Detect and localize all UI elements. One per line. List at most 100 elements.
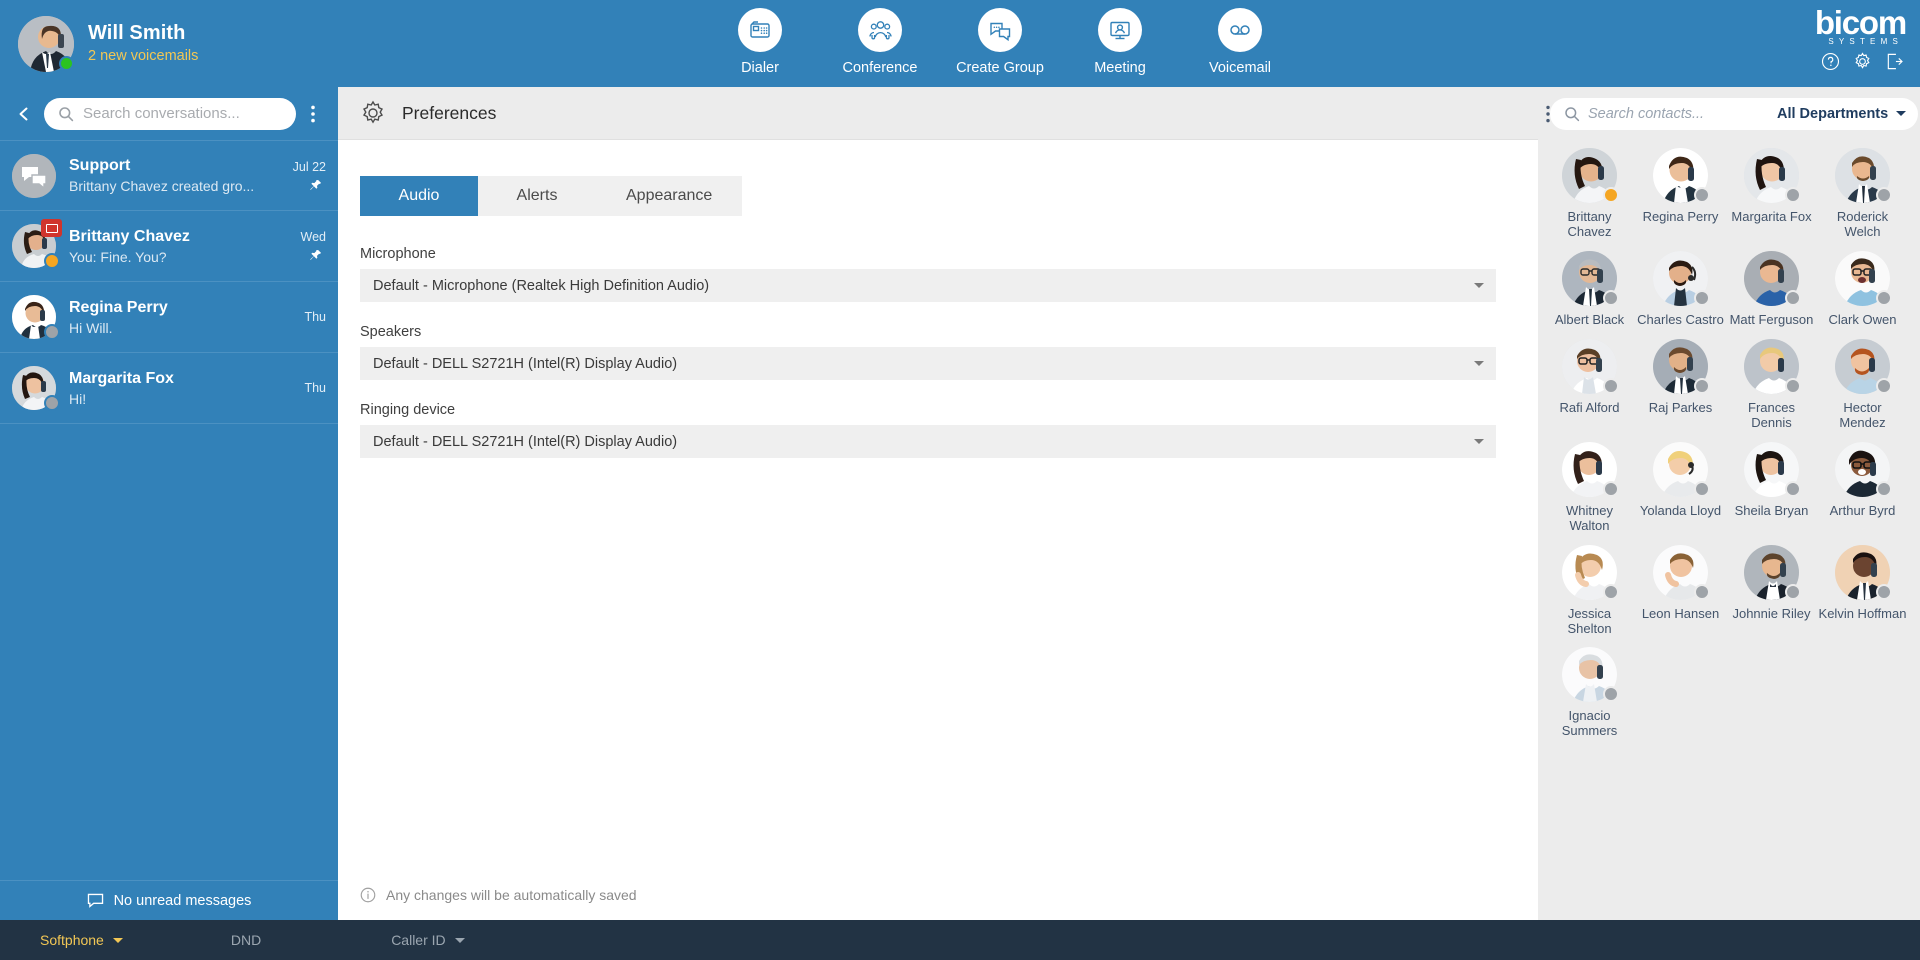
avatar bbox=[1562, 148, 1619, 203]
brand-block: bicom SYSTEMS bbox=[1814, 4, 1907, 71]
contact-card[interactable]: Ignacio Summers bbox=[1544, 647, 1635, 739]
settings-icon[interactable] bbox=[1853, 52, 1872, 71]
contact-name: Brittany Chavez bbox=[1567, 209, 1612, 239]
nav-meeting[interactable]: Meeting bbox=[1060, 8, 1180, 76]
body: Support Brittany Chavez created gro... J… bbox=[0, 87, 1920, 920]
contact-name: Regina Perry bbox=[1642, 209, 1719, 224]
speakers-value: Default - DELL S2721H (Intel(R) Display … bbox=[373, 355, 678, 372]
nav-conference-label: Conference bbox=[842, 60, 918, 76]
avatar bbox=[12, 295, 60, 340]
brand-logo: bicom bbox=[1814, 4, 1907, 41]
nav-voicemail-label: Voicemail bbox=[1208, 60, 1272, 76]
softphone-selector[interactable]: Softphone bbox=[40, 932, 123, 948]
contact-card[interactable]: Yolanda Lloyd bbox=[1635, 441, 1726, 534]
chevron-down-icon bbox=[1474, 361, 1484, 366]
conversation-time: Wed bbox=[300, 230, 326, 244]
contact-name: Charles Castro bbox=[1637, 311, 1724, 327]
contact-card[interactable]: Jessica Shelton bbox=[1544, 544, 1635, 637]
conversation-item-margarita-fox[interactable]: Margarita Fox Hi! Thu bbox=[0, 353, 338, 424]
conversation-preview: Hi Will. bbox=[69, 319, 113, 336]
top-nav: Dialer Conference Create Group Meeting V… bbox=[700, 8, 1300, 76]
conversation-item-support[interactable]: Support Brittany Chavez created gro... J… bbox=[0, 140, 338, 211]
conversation-title: Margarita Fox bbox=[69, 369, 174, 387]
speakers-label: Speakers bbox=[360, 324, 422, 340]
tab-alerts[interactable]: Alerts bbox=[478, 176, 596, 216]
contact-card[interactable]: Sheila Bryan bbox=[1726, 441, 1817, 534]
contact-name: Matt Ferguson bbox=[1729, 311, 1814, 327]
contact-name: Clark Owen bbox=[1828, 311, 1897, 327]
nav-conference[interactable]: Conference bbox=[820, 8, 940, 76]
contact-card[interactable]: Albert Black bbox=[1544, 250, 1635, 328]
dnd-toggle[interactable]: DND bbox=[231, 932, 261, 948]
ringing-device-label: Ringing device bbox=[360, 402, 456, 418]
contact-card[interactable]: Brittany Chavez bbox=[1544, 148, 1635, 240]
nav-voicemail[interactable]: Voicemail bbox=[1180, 8, 1300, 76]
contact-card[interactable]: Charles Castro bbox=[1635, 250, 1726, 328]
contact-card[interactable]: Roderick Welch bbox=[1817, 148, 1908, 240]
contact-name: Rafi Alford bbox=[1559, 399, 1620, 415]
chevron-down-icon bbox=[1474, 439, 1484, 444]
avatar bbox=[1562, 544, 1619, 600]
contact-card[interactable]: Kelvin Hoffman bbox=[1817, 544, 1908, 637]
ringing-device-select[interactable]: Default - DELL S2721H (Intel(R) Display … bbox=[360, 425, 1496, 458]
avatar[interactable] bbox=[18, 15, 74, 72]
department-filter[interactable]: All Departments bbox=[1777, 105, 1907, 122]
chevron-down-icon bbox=[454, 937, 465, 943]
kebab-menu-icon[interactable] bbox=[300, 105, 326, 123]
info-icon bbox=[360, 887, 376, 903]
caller-id-selector[interactable]: Caller ID bbox=[391, 932, 465, 948]
avatar bbox=[1835, 338, 1892, 394]
autosave-text: Any changes will be automatically saved bbox=[386, 886, 637, 903]
avatar bbox=[1744, 148, 1801, 203]
contact-name: Albert Black bbox=[1554, 311, 1625, 327]
department-filter-label: All Departments bbox=[1777, 105, 1889, 122]
tab-appearance[interactable]: Appearance bbox=[596, 176, 742, 216]
search-conversations-input[interactable] bbox=[83, 105, 282, 122]
speakers-select[interactable]: Default - DELL S2721H (Intel(R) Display … bbox=[360, 347, 1496, 380]
search-contacts-field[interactable]: All Departments bbox=[1550, 97, 1919, 130]
contact-card[interactable]: Leon Hansen bbox=[1635, 544, 1726, 637]
search-icon bbox=[58, 106, 74, 122]
group-chat-icon bbox=[12, 153, 56, 198]
search-conversations-field[interactable] bbox=[44, 97, 296, 130]
contact-card[interactable]: Matt Ferguson bbox=[1726, 250, 1817, 328]
contact-card[interactable]: Arthur Byrd bbox=[1817, 441, 1908, 534]
contact-card[interactable]: Whitney Walton bbox=[1544, 441, 1635, 534]
avatar bbox=[1835, 441, 1892, 497]
contact-name: Frances Dennis bbox=[1748, 399, 1795, 430]
avatar bbox=[1653, 250, 1710, 306]
page-title: Preferences bbox=[402, 102, 497, 123]
contact-card[interactable]: Clark Owen bbox=[1817, 250, 1908, 328]
logout-icon[interactable] bbox=[1885, 52, 1904, 71]
tab-audio[interactable]: Audio bbox=[360, 176, 478, 216]
contact-card[interactable]: Johnnie Riley bbox=[1726, 544, 1817, 637]
avatar bbox=[1744, 250, 1801, 306]
avatar bbox=[1744, 338, 1801, 394]
contact-name: Jessica Shelton bbox=[1567, 605, 1612, 636]
presence-indicator-offline bbox=[1603, 480, 1619, 497]
contact-card[interactable]: Regina Perry bbox=[1635, 148, 1726, 240]
contact-card[interactable]: Frances Dennis bbox=[1726, 338, 1817, 431]
current-user-block[interactable]: Will Smith 2 new voicemails bbox=[0, 15, 198, 72]
contact-card[interactable]: Rafi Alford bbox=[1544, 338, 1635, 431]
chevron-down-icon bbox=[1896, 111, 1907, 117]
nav-create-group[interactable]: Create Group bbox=[940, 8, 1060, 76]
search-icon bbox=[1564, 106, 1580, 122]
contact-name: Kelvin Hoffman bbox=[1818, 605, 1907, 621]
message-icon bbox=[87, 893, 104, 908]
presence-indicator-offline bbox=[1603, 289, 1619, 306]
conversation-item-regina-perry[interactable]: Regina Perry Hi Will. Thu bbox=[0, 282, 338, 353]
search-contacts-input[interactable] bbox=[1588, 105, 1777, 122]
contact-card[interactable]: Margarita Fox bbox=[1726, 148, 1817, 240]
presence-indicator-offline bbox=[1785, 187, 1801, 203]
avatar bbox=[1562, 250, 1619, 306]
nav-dialer[interactable]: Dialer bbox=[700, 8, 820, 76]
conversation-item-brittany-chavez[interactable]: Brittany Chavez You: Fine. You? Wed bbox=[0, 211, 338, 282]
avatar bbox=[1653, 338, 1710, 394]
conversation-preview: Brittany Chavez created gro... bbox=[69, 178, 255, 194]
contact-card[interactable]: Hector Mendez bbox=[1817, 338, 1908, 431]
chevron-left-icon[interactable] bbox=[8, 106, 40, 122]
microphone-select[interactable]: Default - Microphone (Realtek High Defin… bbox=[360, 269, 1496, 302]
contact-card[interactable]: Raj Parkes bbox=[1635, 338, 1726, 431]
help-icon[interactable] bbox=[1821, 52, 1840, 71]
